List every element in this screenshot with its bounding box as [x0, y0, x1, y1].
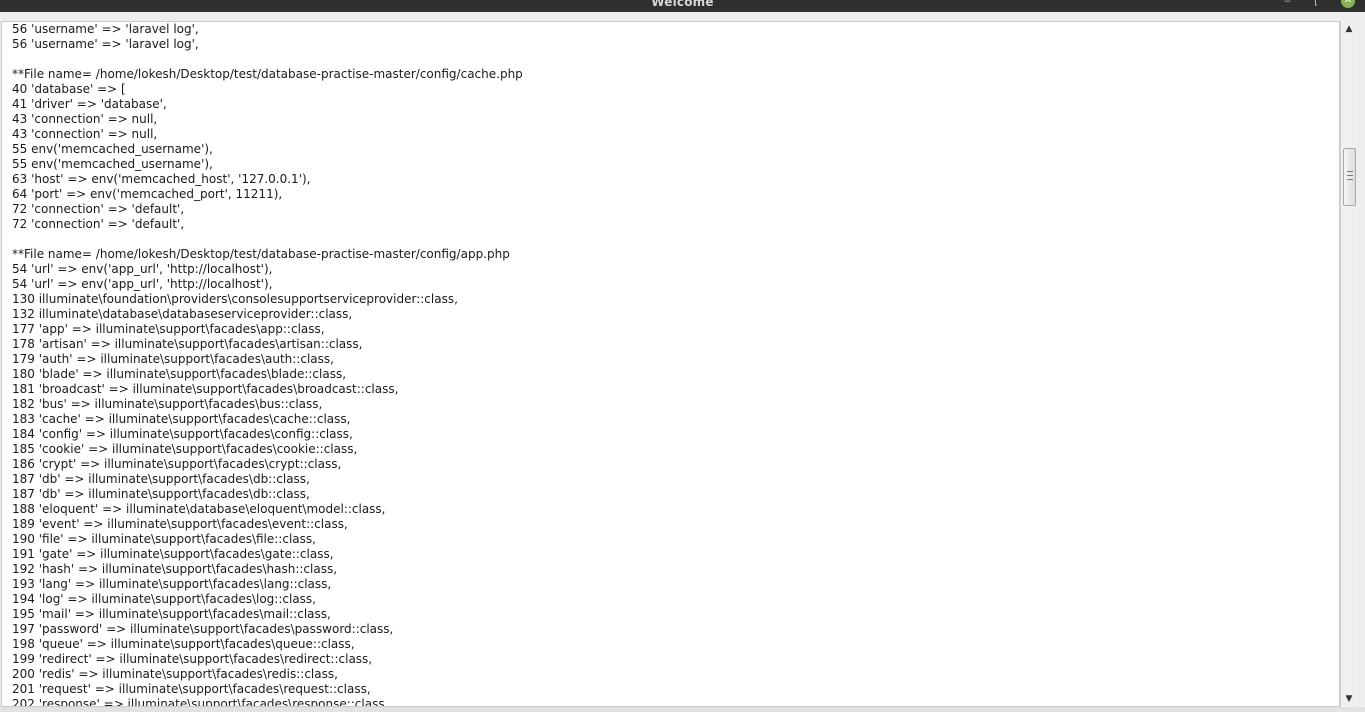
- text-line: 197 'password' => illuminate\support\fac…: [12, 622, 394, 636]
- text-line: 54 'url' => env('app_url', 'http://local…: [12, 277, 273, 291]
- text-line: 64 'port' => env('memcached_port', 11211…: [12, 187, 283, 201]
- text-line: 185 'cookie' => illuminate\support\facad…: [12, 442, 358, 456]
- text-line: 187 'db' => illuminate\support\facades\d…: [12, 487, 310, 501]
- text-line: 199 'redirect' => illuminate\support\fac…: [12, 652, 373, 666]
- text-line: 193 'lang' => illuminate\support\facades…: [12, 577, 332, 591]
- text-line: 194 'log' => illuminate\support\facades\…: [12, 592, 316, 606]
- text-line: 43 'connection' => null,: [12, 112, 158, 126]
- window-title: Welcome: [651, 0, 714, 9]
- minimize-icon[interactable]: ‒: [1284, 0, 1291, 7]
- text-line: 55 env('memcached_username'),: [12, 142, 213, 156]
- scroll-down-icon[interactable]: ▼: [1341, 691, 1357, 707]
- text-line: 63 'host' => env('memcached_host', '127.…: [12, 172, 311, 186]
- bottom-edge: [0, 707, 1365, 712]
- vertical-scrollbar[interactable]: ▲ ▼: [1340, 21, 1357, 707]
- text-line: 189 'event' => illuminate\support\facade…: [12, 517, 348, 531]
- maximize-icon[interactable]: [: [1314, 0, 1318, 7]
- text-line: 182 'bus' => illuminate\support\facades\…: [12, 397, 323, 411]
- text-line: 191 'gate' => illuminate\support\facades…: [12, 547, 334, 561]
- text-line: 56 'username' => 'laravel log',: [12, 22, 199, 36]
- text-line: 41 'driver' => 'database',: [12, 97, 167, 111]
- text-line: 180 'blade' => illuminate\support\facade…: [12, 367, 347, 381]
- text-line: 54 'url' => env('app_url', 'http://local…: [12, 262, 273, 276]
- text-line: **File name= /home/lokesh/Desktop/test/d…: [12, 247, 510, 261]
- text-line: [12, 232, 1339, 247]
- app-window: Welcome ‒ [ ✕ 56 'username' => 'laravel …: [0, 0, 1365, 712]
- text-line: 202 'response' => illuminate\support\fac…: [12, 697, 389, 707]
- text-line: 178 'artisan' => illuminate\support\faca…: [12, 337, 363, 351]
- scroll-up-icon[interactable]: ▲: [1341, 21, 1357, 37]
- text-line: 56 'username' => 'laravel log',: [12, 37, 199, 51]
- text-line: [12, 52, 1339, 67]
- text-line: 130 illuminate\foundation\providers\cons…: [12, 292, 458, 306]
- text-line: 198 'queue' => illuminate\support\facade…: [12, 637, 355, 651]
- grip-icon: [1347, 171, 1353, 180]
- text-line: 132 illuminate\database\databaseservicep…: [12, 307, 353, 321]
- text-line: 186 'crypt' => illuminate\support\facade…: [12, 457, 342, 471]
- text-line: 187 'db' => illuminate\support\facades\d…: [12, 472, 310, 486]
- text-line: **File name= /home/lokesh/Desktop/test/d…: [12, 67, 523, 81]
- text-content: 56 'username' => 'laravel log', 56 'usern…: [12, 22, 1339, 707]
- scroll-thumb[interactable]: [1343, 148, 1356, 206]
- text-line: 55 env('memcached_username'),: [12, 157, 213, 171]
- output-text-area[interactable]: 56 'username' => 'laravel log', 56 'usern…: [1, 21, 1340, 707]
- text-line: 181 'broadcast' => illuminate\support\fa…: [12, 382, 399, 396]
- text-line: 188 'eloquent' => illuminate\database\el…: [12, 502, 386, 516]
- title-bar[interactable]: Welcome ‒ [ ✕: [0, 0, 1365, 12]
- text-line: 192 'hash' => illuminate\support\facades…: [12, 562, 338, 576]
- text-line: 43 'connection' => null,: [12, 127, 158, 141]
- text-line: 200 'redis' => illuminate\support\facade…: [12, 667, 338, 681]
- text-line: 201 'request' => illuminate\support\faca…: [12, 682, 371, 696]
- text-line: 184 'config' => illuminate\support\facad…: [12, 427, 353, 441]
- text-line: 179 'auth' => illuminate\support\facades…: [12, 352, 334, 366]
- text-line: 183 'cache' => illuminate\support\facade…: [12, 412, 351, 426]
- text-line: 177 'app' => illuminate\support\facades\…: [12, 322, 325, 336]
- text-line: 72 'connection' => 'default',: [12, 217, 185, 231]
- text-line: 195 'mail' => illuminate\support\facades…: [12, 607, 331, 621]
- text-line: 40 'database' => [: [12, 82, 126, 96]
- text-line: 190 'file' => illuminate\support\facades…: [12, 532, 316, 546]
- text-line: 72 'connection' => 'default',: [12, 202, 185, 216]
